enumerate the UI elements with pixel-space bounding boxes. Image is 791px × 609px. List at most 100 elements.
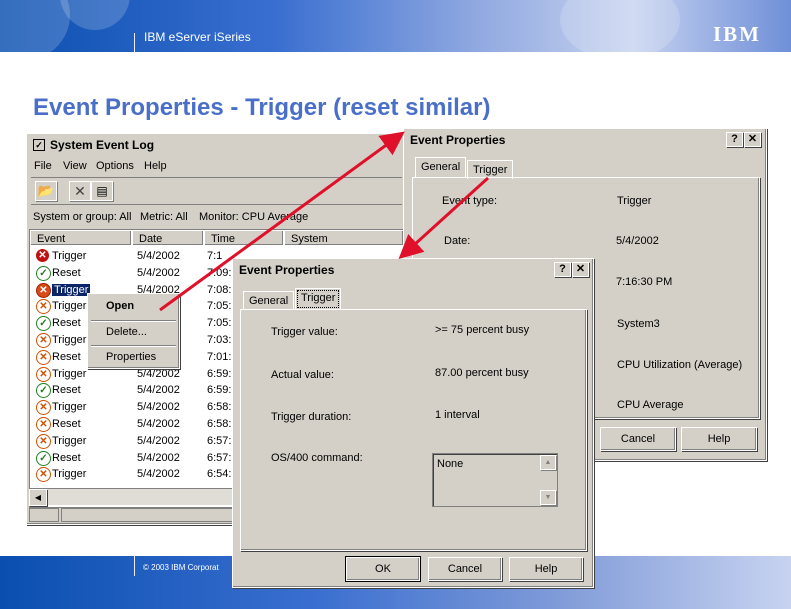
event-properties-titlebar: Event Properties	[235, 261, 591, 279]
field-value: System3	[617, 318, 660, 330]
date-cell: 5/4/2002	[137, 451, 180, 464]
open-folder-icon[interactable]: 📂	[35, 181, 57, 201]
reset-check-icon: ✓	[36, 383, 51, 399]
status-bar-pane	[29, 508, 59, 522]
field-label: Date:	[444, 235, 471, 247]
field-value: 87.00 percent busy	[435, 367, 529, 379]
filter-metric-label: Metric: All	[140, 211, 188, 223]
field-value: >= 75 percent busy	[435, 324, 530, 336]
column-header-event[interactable]: Event	[30, 230, 132, 246]
event-cell: Reset	[52, 350, 81, 363]
event-cell: Reset	[52, 418, 81, 430]
command-value: None	[437, 458, 464, 470]
scroll-down-arrow-icon[interactable]: ▼	[540, 490, 556, 505]
help-question-button[interactable]: ?	[726, 132, 743, 147]
date-cell: 5/4/2002	[137, 401, 180, 414]
event-cell: Trigger	[52, 283, 91, 296]
cancel-button[interactable]: Cancel	[600, 427, 676, 451]
column-header-time[interactable]: Time	[204, 230, 284, 246]
date-cell: 5/4/2002	[137, 434, 180, 447]
tab-general[interactable]: General	[243, 291, 295, 310]
header-banner: IBM eServer iSeries IBM	[0, 0, 791, 52]
trigger-x-icon: ✕	[36, 366, 51, 382]
field-label: Actual value:	[271, 369, 334, 381]
scroll-up-arrow-icon[interactable]: ▲	[540, 455, 556, 470]
reset-check-icon: ✓	[36, 265, 51, 281]
date-cell: 5/4/2002	[137, 367, 180, 380]
footer-divider	[134, 556, 135, 576]
help-button[interactable]: Help	[681, 427, 757, 451]
filter-monitor-label: Monitor: CPU Average	[199, 211, 309, 223]
field-value: Trigger	[617, 195, 652, 207]
copyright-text: © 2003 IBM Corporat	[143, 563, 219, 572]
cancel-button[interactable]: Cancel	[428, 557, 502, 581]
reset-check-icon: ✓	[36, 316, 51, 332]
trigger-tab-panel	[240, 309, 587, 551]
event-cell: Reset	[52, 266, 81, 279]
close-button[interactable]: ✕	[744, 132, 761, 147]
event-cell: Trigger	[52, 367, 87, 380]
date-cell: 5/4/2002	[137, 384, 180, 397]
event-cell: Trigger	[52, 334, 87, 346]
delete-icon[interactable]: ✕	[69, 181, 91, 201]
date-cell: 5/4/2002	[137, 266, 180, 279]
trigger-x-icon: ✕	[36, 467, 51, 483]
column-header-date[interactable]: Date	[132, 230, 204, 246]
os400-command-textarea[interactable]: None ▲ ▼	[432, 453, 558, 507]
event-cell: Reset	[52, 384, 81, 397]
trigger-x-icon: ✕	[36, 349, 51, 365]
toolbar: 📂 ✕ ▤	[31, 177, 402, 205]
field-value: 5/4/2002	[616, 235, 659, 247]
properties-icon[interactable]: ▤	[91, 181, 113, 201]
event-cell: Trigger	[52, 250, 87, 262]
context-menu-separator	[91, 345, 176, 347]
trigger-x-icon: ✕	[36, 333, 51, 348]
window-title: System Event Log	[50, 138, 155, 152]
context-menu-delete[interactable]: Delete...	[106, 326, 147, 338]
menu-view[interactable]: View	[63, 160, 87, 172]
close-button[interactable]: ✕	[572, 262, 589, 277]
event-cell: Trigger	[52, 468, 87, 481]
trigger-x-icon: ✕	[36, 282, 51, 298]
context-menu: Open Delete... Properties	[87, 293, 180, 369]
context-menu-properties[interactable]: Properties	[106, 351, 156, 363]
menu-file[interactable]: File	[34, 160, 52, 172]
trigger-x-icon: ✕	[36, 433, 51, 449]
trigger-x-icon: ✕	[36, 400, 51, 416]
field-value: CPU Average	[617, 399, 684, 411]
scroll-left-arrow-icon[interactable]: ◀	[29, 489, 47, 506]
context-menu-open[interactable]: Open	[106, 300, 134, 312]
field-label: Event type:	[442, 195, 498, 207]
tab-general[interactable]: General	[415, 157, 467, 178]
window-title: Event Properties	[410, 133, 506, 147]
event-cell: Trigger	[52, 434, 87, 447]
ibm-logo: IBM	[713, 22, 761, 46]
window-check-icon: ✓	[33, 139, 45, 151]
slide-title: Event Properties - Trigger (reset simila…	[33, 94, 491, 121]
date-cell: 5/4/2002	[137, 468, 180, 481]
column-header-system[interactable]: System	[284, 230, 403, 246]
date-cell: 5/4/2002	[137, 250, 180, 262]
banner-divider	[134, 33, 135, 52]
menu-help[interactable]: Help	[144, 160, 167, 172]
field-label: Trigger value:	[271, 326, 338, 338]
ok-button[interactable]: OK	[345, 556, 421, 582]
tab-trigger[interactable]: Trigger	[295, 288, 342, 310]
date-cell: 5/4/2002	[137, 418, 180, 430]
trigger-x-icon: ✕	[36, 417, 51, 432]
menu-options[interactable]: Options	[96, 160, 134, 172]
event-cell: Reset	[52, 317, 81, 330]
trigger-x-icon: ✕	[36, 299, 51, 315]
help-button[interactable]: Help	[509, 557, 583, 581]
event-properties-titlebar: Event Properties	[406, 131, 764, 149]
field-value: 1 interval	[435, 409, 480, 421]
context-menu-separator	[91, 320, 176, 322]
event-cell: Trigger	[52, 401, 87, 414]
help-question-button[interactable]: ?	[554, 262, 571, 277]
trigger-x-icon: ✕	[36, 249, 49, 262]
filter-system-label: System or group: All	[33, 211, 132, 223]
event-cell: Trigger	[52, 300, 87, 313]
event-cell: Reset	[52, 451, 81, 464]
field-label: OS/400 command:	[271, 452, 363, 464]
reset-check-icon: ✓	[36, 450, 51, 466]
